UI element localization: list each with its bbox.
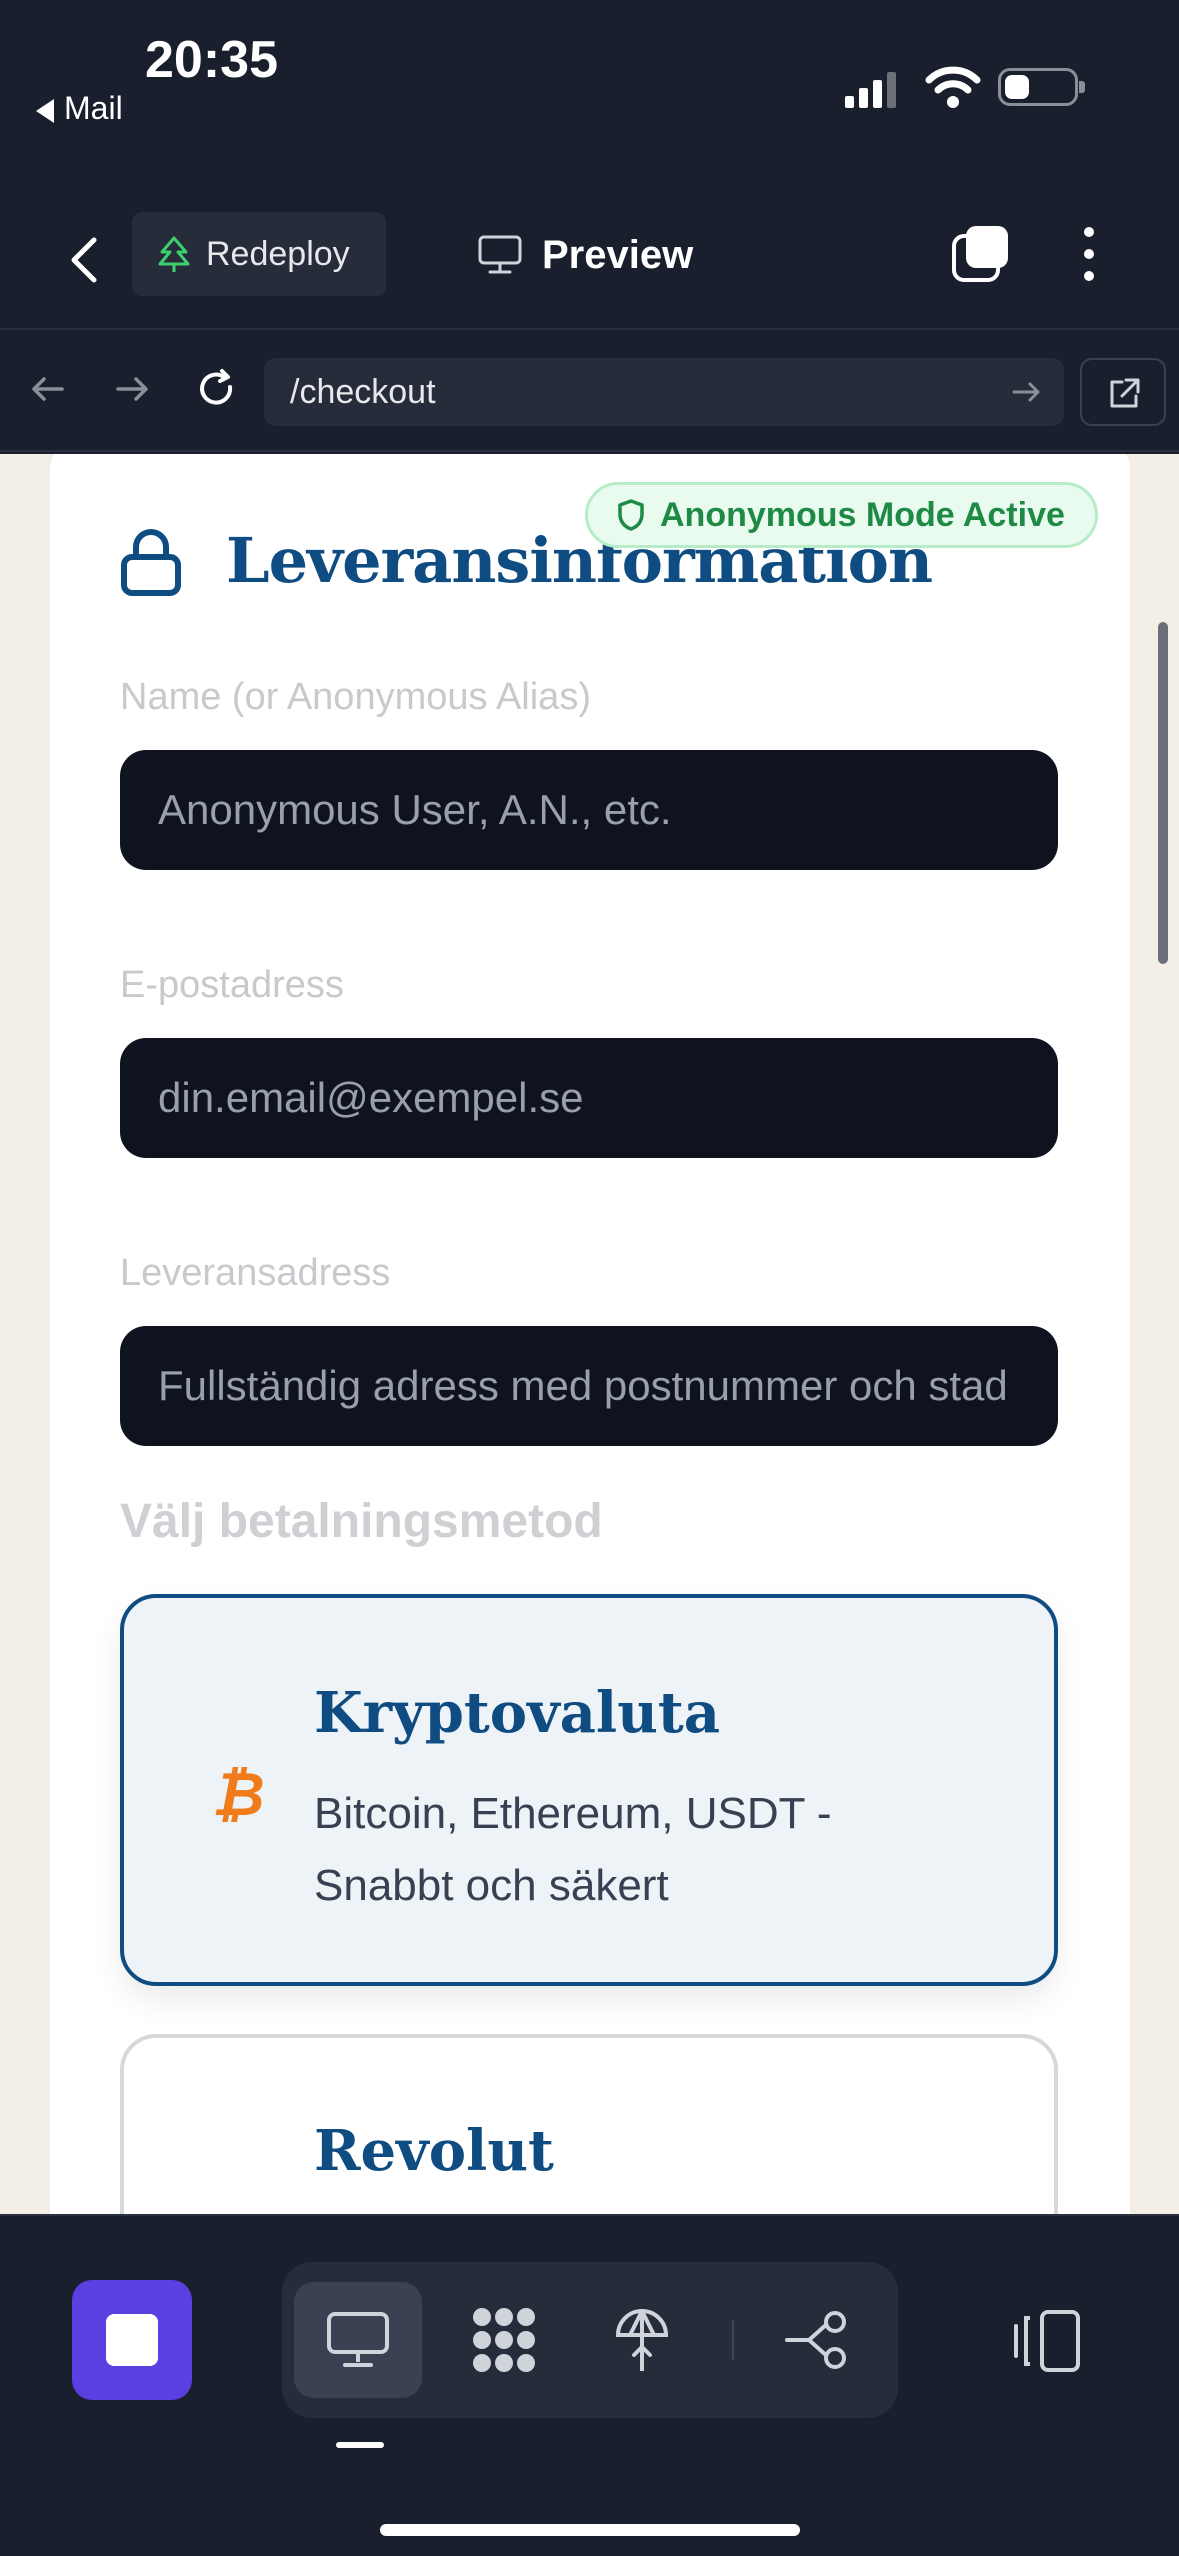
view-switcher bbox=[282, 2262, 898, 2418]
page-scrollbar[interactable] bbox=[1158, 622, 1168, 964]
back-triangle-icon bbox=[36, 98, 54, 123]
back-chevron-icon[interactable] bbox=[62, 230, 106, 290]
cluster-icon bbox=[473, 2308, 535, 2372]
segment-divider bbox=[732, 2320, 734, 2360]
external-link-icon bbox=[1110, 378, 1140, 408]
reload-icon[interactable] bbox=[194, 367, 238, 411]
stop-icon bbox=[106, 2314, 158, 2366]
wifi-icon bbox=[925, 66, 981, 108]
integrations-tab[interactable] bbox=[440, 2282, 568, 2398]
back-app-label: Mail bbox=[64, 90, 123, 126]
battery-icon bbox=[998, 68, 1085, 106]
payment-method-heading: Välj betalningsmetod bbox=[120, 1495, 603, 1548]
redeploy-label: Redeploy bbox=[206, 234, 350, 273]
payment-option-crypto[interactable]: ₿ Kryptovaluta Bitcoin, Ethereum, USDT -… bbox=[120, 1594, 1058, 1986]
checkout-card: Leveransinformation Anonymous Mode Activ… bbox=[50, 454, 1130, 2214]
deploy-tab[interactable] bbox=[578, 2282, 706, 2398]
sidebar-toggle-icon[interactable] bbox=[1008, 2306, 1084, 2376]
payment-option-name: Revolut bbox=[314, 2118, 554, 2184]
cellular-signal-icon bbox=[845, 72, 896, 108]
name-label: Name (or Anonymous Alias) bbox=[120, 676, 591, 718]
bitcoin-icon: ₿ bbox=[212, 1761, 265, 1828]
more-options-icon[interactable] bbox=[1076, 224, 1102, 284]
browser-back-icon[interactable] bbox=[26, 367, 70, 411]
status-bar: 20:35 Mail bbox=[0, 0, 1179, 200]
redeploy-button[interactable]: Redeploy bbox=[132, 212, 386, 296]
bottom-toolbar bbox=[0, 2214, 1179, 2556]
shield-icon bbox=[618, 499, 644, 531]
home-indicator bbox=[380, 2524, 800, 2536]
deploy-tree-icon bbox=[615, 2308, 669, 2371]
page-viewport: Leveransinformation Anonymous Mode Activ… bbox=[0, 454, 1179, 2214]
email-input[interactable]: din.email@exempel.se bbox=[120, 1038, 1058, 1158]
go-arrow-icon[interactable] bbox=[1010, 376, 1042, 408]
preview-tab[interactable]: Preview bbox=[478, 220, 693, 290]
anonymous-mode-label: Anonymous Mode Active bbox=[660, 495, 1065, 534]
payment-option-description: Bitcoin, Ethereum, USDT - Snabbt och säk… bbox=[314, 1789, 832, 1910]
desktop-view-tab[interactable] bbox=[294, 2282, 422, 2398]
preview-label: Preview bbox=[542, 232, 694, 277]
active-tab-indicator bbox=[336, 2442, 384, 2448]
url-input[interactable]: /checkout bbox=[264, 358, 1064, 426]
payment-option-name: Kryptovaluta bbox=[314, 1680, 721, 1746]
lock-icon bbox=[121, 528, 181, 596]
name-input[interactable]: Anonymous User, A.N., etc. bbox=[120, 750, 1058, 870]
app-window: 20:35 Mail Redeploy Preview /checkout Le… bbox=[0, 0, 1179, 2556]
workflow-icon bbox=[785, 2311, 846, 2369]
payment-option-revolut[interactable]: Revolut bbox=[120, 2034, 1058, 2214]
monitor-icon bbox=[478, 235, 522, 274]
stop-button[interactable] bbox=[72, 2280, 192, 2400]
address-label: Leveransadress bbox=[120, 1252, 391, 1294]
app-header: Redeploy Preview bbox=[0, 200, 1179, 330]
monitor-icon bbox=[327, 2312, 389, 2367]
email-label: E-postadress bbox=[120, 964, 344, 1006]
deploy-tree-icon bbox=[158, 236, 190, 272]
url-path: /checkout bbox=[290, 372, 436, 411]
browser-forward-icon[interactable] bbox=[110, 367, 154, 411]
url-bar: /checkout bbox=[0, 332, 1179, 452]
workflow-tab[interactable] bbox=[754, 2282, 882, 2398]
status-time: 20:35 bbox=[145, 31, 278, 89]
back-to-app-link[interactable]: Mail bbox=[36, 90, 123, 127]
anonymous-mode-badge: Anonymous Mode Active bbox=[585, 482, 1098, 548]
address-input[interactable]: Fullständig adress med postnummer och st… bbox=[120, 1326, 1058, 1446]
tabs-switcher-icon[interactable] bbox=[950, 222, 1012, 284]
open-external-button[interactable] bbox=[1080, 358, 1166, 426]
